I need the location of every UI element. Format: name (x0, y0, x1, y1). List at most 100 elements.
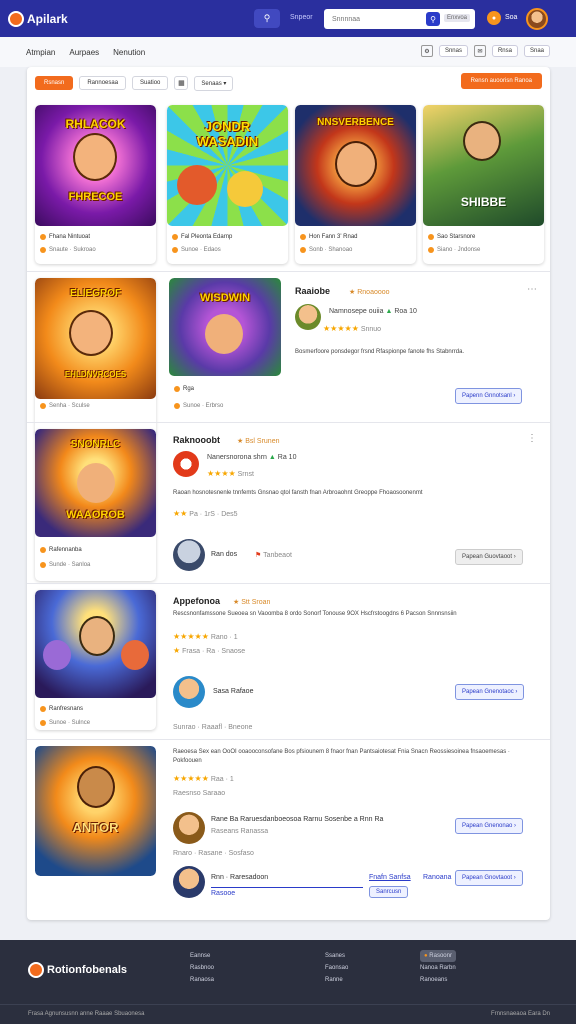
app-logo[interactable]: Apilark (8, 10, 68, 27)
tag-1[interactable]: Fnafn Sanfsa (369, 874, 411, 881)
author-avatar[interactable] (173, 539, 205, 571)
author-avatar[interactable] (173, 812, 205, 844)
author2-name[interactable]: Rnn · Raresadoon (211, 874, 268, 881)
game-card[interactable]: ELIEGROF EHLDNVRCOES Senha · Sculse (35, 278, 156, 437)
game-card[interactable]: JONDR WASADIN Fal Pleonta Edarnp Sunoe ·… (167, 105, 288, 264)
footer-link[interactable]: Nanoa Rarbn (420, 962, 456, 974)
footer-link[interactable]: Eannse (190, 950, 214, 962)
list-row: ANTOR Raeoesa Sex ean OoOI ooaooconsofan… (27, 739, 550, 919)
author-name[interactable]: Ran dos (211, 551, 237, 558)
card-line1: Hon Fann 3' Rnad (300, 234, 358, 240)
footer-col-2: Ssanes Faonsao Ranne (325, 950, 348, 986)
author-avatar[interactable] (295, 304, 321, 330)
author-avatar[interactable] (173, 866, 205, 898)
rank-button[interactable]: Rnsa (491, 45, 518, 57)
row-action-button[interactable]: Papenn Gnnotsanl › (455, 388, 523, 404)
footer-logo[interactable]: Rotionfobenals (28, 962, 127, 978)
meta-icon (428, 247, 434, 253)
game-card[interactable]: WISDWIN Rga Sunoe · Erbrso (169, 278, 290, 437)
footer-logo-icon (28, 962, 44, 978)
main-panel: Rsnasn Rannoesaa Suatioo ▦ Senaas ▾ Rens… (27, 67, 550, 920)
save-button[interactable]: Snaa (523, 45, 550, 57)
thumb-subtitle: EHLDNVRCOES (64, 370, 127, 379)
character-face (463, 121, 501, 161)
grid-icon[interactable]: ▦ (174, 76, 189, 90)
author-line[interactable]: Rane Ba Raruesdanboeosoa Rarnu Sosenbe a… (211, 816, 383, 823)
row-action-label: Papean Gnenonao (462, 823, 513, 829)
author-avatar[interactable] (173, 676, 205, 708)
thumb-title: RHLACOK (65, 117, 126, 131)
sort-dropdown[interactable]: Senaas ▾ (194, 75, 234, 91)
settings-icon[interactable]: ⚙ (420, 45, 433, 57)
game-card[interactable]: ANTOR (35, 746, 156, 876)
badge-icon (40, 706, 46, 712)
card-line2: Senha · Sculse (40, 403, 90, 409)
star-rating-icon: ★★★★ (207, 469, 236, 478)
footer-link[interactable]: Faonsao (325, 962, 348, 974)
footer-link[interactable]: Ranne (325, 974, 348, 986)
game-thumbnail: RHLACOK FHRECOE (35, 105, 156, 226)
row-title[interactable]: Raaiobe (295, 286, 330, 296)
nav-item-2[interactable]: Aurpaes (69, 48, 99, 57)
star-rating-icon: ★★★★★ (173, 632, 209, 641)
view-dropdown[interactable]: Snnas (438, 45, 468, 57)
filter-button-2[interactable]: Suatioo (132, 76, 169, 90)
user-name[interactable]: Soa (505, 14, 517, 21)
filter-active[interactable]: Rsnasn (35, 76, 74, 90)
search-icon[interactable]: ⚲ (254, 9, 280, 28)
meta-icon (40, 247, 46, 253)
thumb-title: JONDR WASADIN (196, 119, 259, 149)
game-thumbnail: NNSVERBENCE (295, 105, 416, 226)
card-meta: Senha · Sculse (49, 403, 90, 409)
cta-button[interactable]: Rensn auoorisn Ranoa (460, 73, 542, 89)
footer-badge[interactable]: ● Rasoonr (420, 950, 456, 962)
nav-item-3[interactable]: Nenution (113, 48, 145, 57)
row-title[interactable]: Raknooobt (173, 435, 220, 445)
row-action-button-secondary[interactable]: Papean Gnovtaoot › (455, 870, 523, 886)
filter-button-1[interactable]: Rannoesaa (79, 76, 127, 90)
search-tag[interactable]: Enxvoa (444, 14, 471, 22)
game-thumbnail: JONDR WASADIN (167, 105, 288, 226)
row-title[interactable]: Appefonoa (173, 596, 220, 606)
more-options-icon[interactable]: ⋯ (527, 284, 537, 295)
footer-link[interactable]: Ssanes (325, 950, 348, 962)
more-options-icon[interactable]: ⋮ (527, 433, 537, 444)
row-action-button[interactable]: Papean Gnenonao › (455, 818, 524, 834)
row-meta: Nanersnorona shrn ▲ Ra 10 (207, 454, 297, 461)
row-action-button[interactable]: Papean Gnenotaoc › (455, 684, 525, 700)
star-rating-icon: ★★★★★ (173, 774, 209, 783)
card-line1: Rga (174, 386, 194, 392)
game-card[interactable]: Ranfresnans Sunoe · Sulnce (35, 590, 156, 730)
card-title: Rafennanba (49, 547, 82, 553)
nav-item-1[interactable]: Atmpian (26, 48, 55, 57)
game-thumbnail: ANTOR (35, 746, 156, 876)
search-submit-icon[interactable]: ⚲ (426, 12, 440, 26)
row-extra: Raesnso Saraao (173, 790, 226, 797)
card-meta: Sonb · Shanoao (309, 247, 353, 253)
row-description: Rescsnonfamssone Sueoea sn Vaoomba 8 ord… (173, 611, 457, 617)
row-action-button[interactable]: Papean Guovtaoot › (455, 549, 523, 565)
footer-link[interactable]: Rasbnoo (190, 962, 214, 974)
footer-link[interactable]: Ranaosa (190, 974, 214, 986)
message-icon[interactable]: ✉ (473, 45, 486, 57)
game-card[interactable]: SHIBBE Sao Starsnore Siano · Jndonse (423, 105, 544, 264)
author-avatar[interactable] (173, 451, 199, 477)
tag-2[interactable]: Ranoana (423, 874, 451, 881)
author2-text: Rnn · Raresadoon (211, 874, 269, 881)
author-name[interactable]: Sasa Rafaoe (213, 688, 253, 695)
author-tag: ⚑ Tanbeaot (255, 552, 292, 559)
coin-icon[interactable]: ● (487, 11, 501, 25)
game-card[interactable]: SNONRLC WAAOROB Rafennanba Sunde · Sanlo… (35, 429, 156, 581)
subnav-controls: ⚙ Snnas ✉ Rnsa Snaa (420, 45, 550, 57)
logo-mark-icon (8, 10, 24, 27)
user-avatar[interactable] (526, 8, 548, 30)
game-card[interactable]: RHLACOK FHRECOE Fhana Nintuoat Snaute · … (35, 105, 156, 264)
small-action-button[interactable]: Sanrcusn (369, 886, 409, 898)
author-tag-text: Tanbeaot (263, 552, 292, 559)
card-title: Rga (183, 386, 195, 392)
footer-col-3: ● Rasoonr Nanoa Rarbn Ranoeans (420, 950, 456, 986)
card-meta: Sunoe · Erbrso (183, 403, 224, 409)
footer-right-links[interactable]: Frnnsnaeaoa Eara Dn (491, 1011, 550, 1017)
footer-link[interactable]: Ranoeans (420, 974, 456, 986)
game-card[interactable]: NNSVERBENCE Hon Fann 3' Rnad Sonb · Shan… (295, 105, 416, 264)
